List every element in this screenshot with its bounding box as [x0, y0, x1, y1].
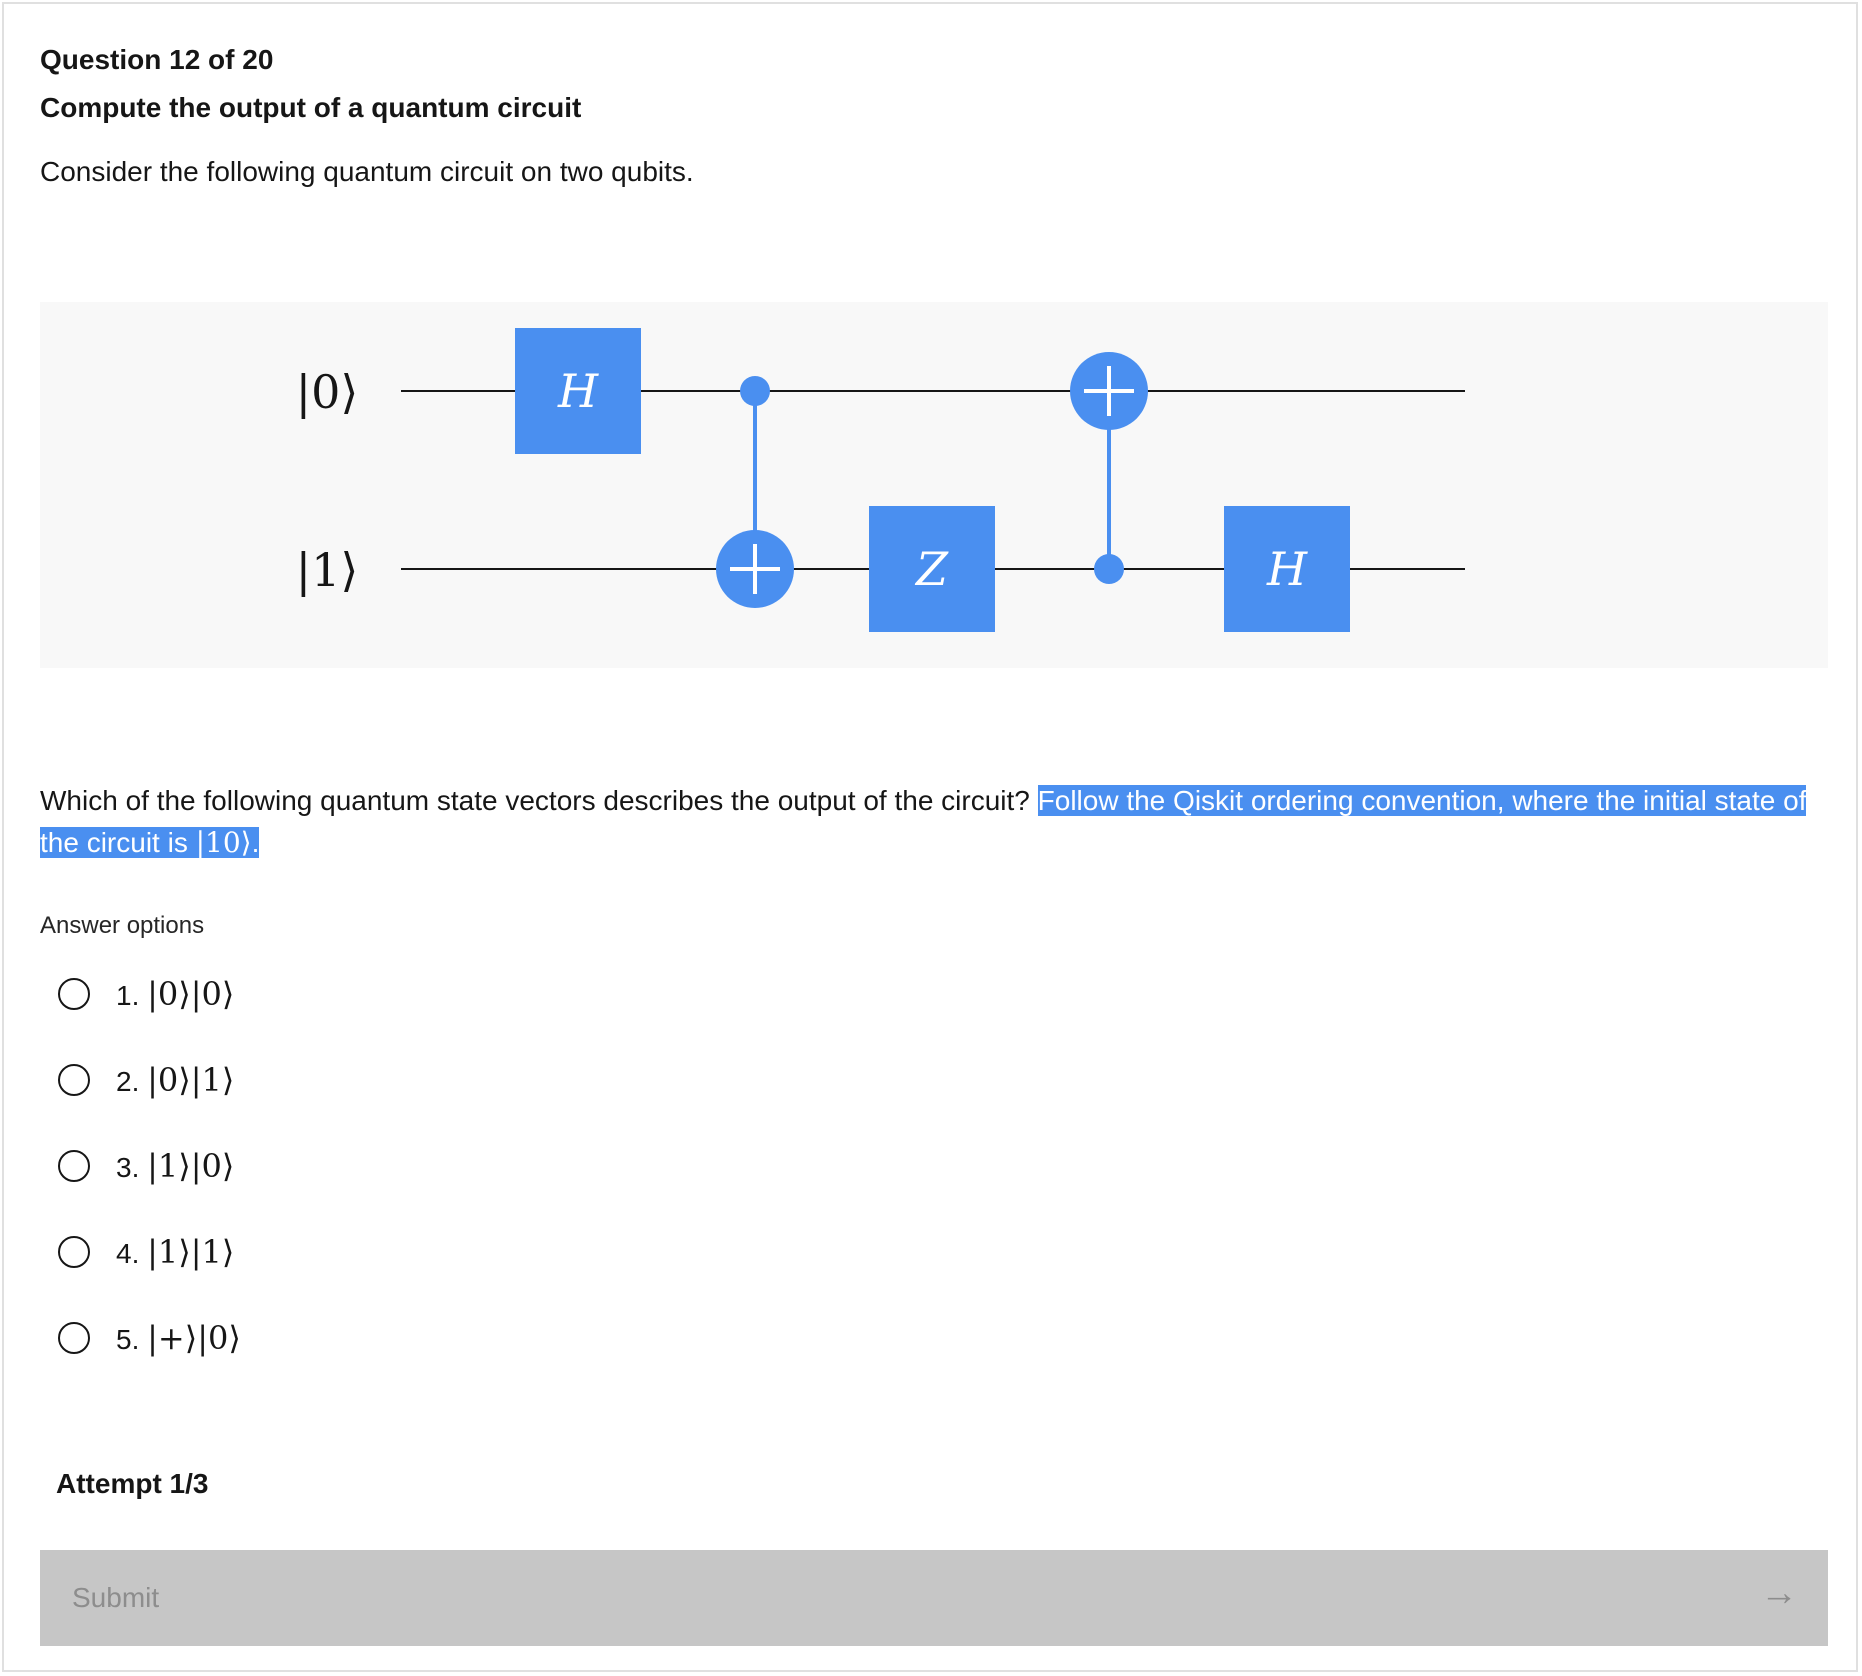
question-card: Question 12 of 20 Compute the output of … [2, 2, 1858, 1672]
question-title: Compute the output of a quantum circuit [40, 92, 582, 123]
radio-button[interactable] [58, 1236, 90, 1268]
control-dot [1094, 554, 1124, 584]
option-ket: |1⟩|0⟩ [147, 1147, 235, 1185]
option-label: 5. |+⟩|0⟩ [116, 1319, 241, 1357]
cnot-gate-2 [1070, 352, 1148, 584]
attempt-counter: Attempt 1/3 [56, 1468, 209, 1499]
option-number: 2. [116, 1066, 140, 1097]
circuit-svg: |0⟩ |1⟩ H Z H [296, 328, 1465, 632]
cnot-gate-1 [716, 376, 794, 608]
answer-option-4[interactable]: 4. |1⟩|1⟩ [58, 1230, 234, 1274]
option-number: 4. [116, 1238, 140, 1269]
option-label: 4. |1⟩|1⟩ [116, 1233, 234, 1271]
qubit-1-label: |1⟩ [296, 543, 359, 597]
option-label: 1. |0⟩|0⟩ [116, 975, 234, 1013]
hadamard-gate-q1: H [1224, 506, 1350, 632]
radio-button[interactable] [58, 1064, 90, 1096]
option-label: 3. |1⟩|0⟩ [116, 1147, 234, 1185]
option-ket: |0⟩|1⟩ [147, 1061, 235, 1099]
submit-button[interactable]: Submit → [40, 1550, 1828, 1646]
answer-option-5[interactable]: 5. |+⟩|0⟩ [58, 1316, 241, 1360]
option-number: 3. [116, 1152, 140, 1183]
submit-label: Submit [72, 1582, 160, 1613]
option-label: 2. |0⟩|1⟩ [116, 1061, 234, 1099]
answer-options-label: Answer options [40, 912, 205, 939]
z-gate-q1: Z [869, 506, 995, 632]
question-prompt: Which of the following quantum state vec… [40, 780, 1830, 864]
hadamard-gate-q0: H [515, 328, 641, 454]
hadamard-gate-q1-label: H [1266, 542, 1308, 596]
radio-button[interactable] [58, 1322, 90, 1354]
answer-option-3[interactable]: 3. |1⟩|0⟩ [58, 1144, 234, 1188]
option-ket: |0⟩|0⟩ [147, 975, 235, 1013]
radio-button[interactable] [58, 978, 90, 1010]
highlighted-end: . [251, 827, 260, 858]
option-ket: |1⟩|1⟩ [147, 1233, 235, 1271]
arrow-right-icon: → [1760, 1572, 1798, 1614]
z-gate-q1-label: Z [914, 542, 949, 596]
circuit-diagram: |0⟩ |1⟩ H Z H [40, 302, 1828, 668]
option-number: 1. [116, 980, 140, 1011]
control-dot [740, 376, 770, 406]
highlighted-ket: |10⟩ [195, 826, 252, 859]
prompt-text: Which of the following quantum state vec… [40, 785, 1038, 816]
hadamard-gate-q0-label: H [557, 364, 599, 418]
option-ket: |+⟩|0⟩ [147, 1319, 241, 1357]
question-intro: Consider the following quantum circuit o… [40, 156, 694, 187]
radio-button[interactable] [58, 1150, 90, 1182]
answer-option-1[interactable]: 1. |0⟩|0⟩ [58, 972, 234, 1016]
qubit-0-label: |0⟩ [296, 365, 359, 419]
answer-option-2[interactable]: 2. |0⟩|1⟩ [58, 1058, 234, 1102]
question-number: Question 12 of 20 [40, 44, 274, 75]
option-number: 5. [116, 1324, 140, 1355]
